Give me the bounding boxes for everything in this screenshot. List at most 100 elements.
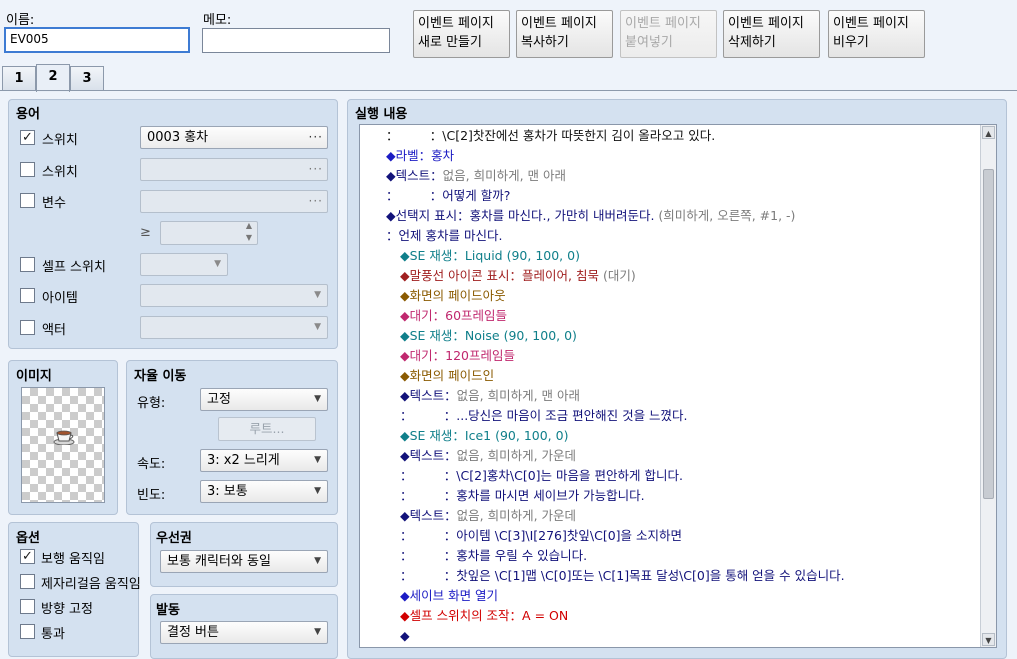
command-line[interactable]: ◆SE 재생：Noise (90, 100, 0) <box>400 326 577 346</box>
command-text: ： ：어떻게 할까? <box>386 188 511 203</box>
clear-page-button[interactable]: 이벤트 페이지 비우기 <box>828 10 925 58</box>
new-page-button[interactable]: 이벤트 페이지 새로 만들기 <box>413 10 510 58</box>
chevron-down-icon: ▼ <box>314 486 321 496</box>
through-label: 통과 <box>41 627 65 642</box>
command-line[interactable]: ： ：찻잎은 \C[1]맵 \C[0]또는 \C[1]목표 달성\C[0]을 통… <box>400 566 845 586</box>
stepping-anim-checkbox[interactable] <box>20 574 35 589</box>
command-scrollbar[interactable]: ▲ ▼ <box>980 125 996 647</box>
command-line[interactable]: ◆대기：120프레임들 <box>400 346 515 366</box>
item-checkbox[interactable] <box>20 288 35 303</box>
direction-fix-checkbox[interactable] <box>20 599 35 614</box>
command-line[interactable]: ◆텍스트：없음, 희미하게, 맨 아래 <box>386 166 566 186</box>
command-line[interactable]: ◆텍스트：없음, 희미하게, 가운데 <box>400 506 576 526</box>
command-line[interactable]: ◆텍스트：없음, 희미하게, 가운데 <box>400 446 576 466</box>
command-line[interactable]: ： ：\C[2]홍차\C[0]는 마음을 편안하게 합니다. <box>400 466 683 486</box>
self-switch-dropdown[interactable]: ▼ <box>140 253 228 276</box>
autonomous-title: 자율 이동 <box>134 369 187 384</box>
command-text: ： ：홍차를 우릴 수 있습니다. <box>400 548 588 563</box>
type-label: 유형: <box>137 396 166 411</box>
actor-label: 액터 <box>42 323 66 338</box>
scroll-up-icon[interactable]: ▲ <box>982 126 995 139</box>
command-line[interactable]: ◆셀프 스위치의 조작：A = ON <box>400 606 568 626</box>
freq-dropdown[interactable]: 3: 보통 ▼ <box>200 480 328 503</box>
self-switch-checkbox[interactable] <box>20 257 35 272</box>
command-line[interactable]: ： ：어떻게 할까? <box>386 186 510 206</box>
chevron-down-icon: ▼ <box>314 455 321 465</box>
command-line[interactable]: ◆화면의 페이드아웃 <box>400 286 506 306</box>
tab-page-2[interactable]: 2 <box>36 64 70 92</box>
command-line[interactable]: ： ：홍차를 우릴 수 있습니다. <box>400 546 587 566</box>
actor-dropdown[interactable]: ▼ <box>140 316 328 339</box>
command-text: ： ：아이템 \C[3]\I[276]찻잎\C[0]을 소지하면 <box>400 528 682 543</box>
switch2-label: 스위치 <box>42 165 78 180</box>
walking-anim-checkbox[interactable]: ✓ <box>20 549 35 564</box>
command-line[interactable]: ：언제 홍차를 마신다. <box>386 226 502 246</box>
switch1-checkbox[interactable]: ✓ <box>20 130 35 145</box>
command-line[interactable]: ◆ <box>400 626 410 646</box>
chevron-down-icon: ▼ <box>214 259 221 269</box>
command-line[interactable]: ： ：\C[2]찻잔에선 홍차가 따뜻한지 김이 올라오고 있다. <box>386 126 715 146</box>
command-line[interactable]: ◆SE 재생：Ice1 (90, 100, 0) <box>400 426 568 446</box>
variable-field[interactable]: ··· <box>140 190 328 213</box>
tab-page-1[interactable]: 1 <box>2 66 36 91</box>
memo-label: 메모: <box>203 13 232 28</box>
chevron-down-icon: ▼ <box>314 394 321 404</box>
switch2-checkbox[interactable] <box>20 162 35 177</box>
delete-page-button[interactable]: 이벤트 페이지 삭제하기 <box>723 10 820 58</box>
scroll-down-icon[interactable]: ▼ <box>982 633 995 646</box>
command-line[interactable]: ◆라벨：홍차 <box>386 146 454 166</box>
trigger-dropdown[interactable]: 결정 버튼 ▼ <box>160 621 328 644</box>
route-button[interactable]: 루트... <box>218 417 316 441</box>
chevron-down-icon: ▼ <box>314 627 321 637</box>
command-line[interactable]: ◆말풍선 아이콘 표시：플레이어, 침묵 (대기) <box>400 266 636 286</box>
teacup-icon <box>53 429 75 446</box>
spinner-down-icon[interactable]: ▼ <box>246 233 252 243</box>
command-line[interactable]: ◆텍스트：없음, 희미하게, 맨 아래 <box>400 386 580 406</box>
scroll-thumb[interactable] <box>983 169 994 499</box>
walking-anim-label: 보행 움직임 <box>41 552 105 567</box>
command-text: 없음, 희미하게, 맨 아래 <box>456 388 580 403</box>
through-checkbox[interactable] <box>20 624 35 639</box>
image-title: 이미지 <box>16 369 52 384</box>
command-line[interactable]: ◆세이브 화면 열기 <box>400 586 498 606</box>
conditions-title: 용어 <box>16 107 40 122</box>
copy-page-button[interactable]: 이벤트 페이지 복사하기 <box>516 10 613 58</box>
type-dropdown[interactable]: 고정 ▼ <box>200 388 328 411</box>
actor-checkbox[interactable] <box>20 320 35 335</box>
command-line[interactable]: ◆대기：60프레임들 <box>400 306 507 326</box>
command-text: ◆선택지 표시：홍차를 마신다., 가만히 내버려둔다. <box>386 208 659 223</box>
name-label: 이름: <box>6 13 35 28</box>
command-line[interactable]: ： ：아이템 \C[3]\I[276]찻잎\C[0]을 소지하면 <box>400 526 682 546</box>
command-text: ◆라벨：홍차 <box>386 148 455 163</box>
command-text: ： ：홍차를 마시면 세이브가 가능합니다. <box>400 488 645 503</box>
switch1-value: 0003 홍차 <box>147 130 209 145</box>
memo-input[interactable] <box>202 28 390 53</box>
spinner-up-icon[interactable]: ▲ <box>246 221 252 231</box>
checkmark-icon: ✓ <box>22 549 33 564</box>
command-line[interactable]: ： ：홍차를 마시면 세이브가 가능합니다. <box>400 486 645 506</box>
command-line[interactable]: ◆화면의 페이드인 <box>400 366 494 386</box>
switch1-label: 스위치 <box>42 133 78 148</box>
command-line[interactable]: ◆SE 재생：Liquid (90, 100, 0) <box>400 246 580 266</box>
variable-value-spinner[interactable]: ▲ ▼ <box>160 221 258 245</box>
tab-page-3[interactable]: 3 <box>70 66 104 91</box>
variable-checkbox[interactable] <box>20 193 35 208</box>
speed-dropdown[interactable]: 3: x2 느리게 ▼ <box>200 449 328 472</box>
command-line[interactable]: ◆선택지 표시：홍차를 마신다., 가만히 내버려둔다. (희미하게, 오른쪽,… <box>386 206 795 226</box>
options-title: 옵션 <box>16 531 40 546</box>
item-dropdown[interactable]: ▼ <box>140 284 328 307</box>
priority-title: 우선권 <box>156 531 192 546</box>
name-input[interactable]: EV005 <box>4 27 190 53</box>
priority-dropdown[interactable]: 보통 캐릭터와 동일 ▼ <box>160 550 328 573</box>
switch2-field[interactable]: ··· <box>140 158 328 181</box>
item-label: 아이템 <box>42 291 78 306</box>
compare-symbol: ≥ <box>140 225 151 240</box>
command-list[interactable]: ： ：\C[2]찻잔에선 홍차가 따뜻한지 김이 올라오고 있다. ◆라벨：홍차 ◆… <box>359 124 997 648</box>
switch1-field[interactable]: 0003 홍차 ··· <box>140 126 328 149</box>
command-line[interactable]: ： ：...당신은 마음이 조금 편안해진 것을 느꼈다. <box>400 406 688 426</box>
paste-page-button[interactable]: 이벤트 페이지 붙여넣기 <box>620 10 717 58</box>
command-text: (대기) <box>602 268 636 283</box>
chevron-down-icon: ▼ <box>314 556 321 566</box>
command-text: ◆말풍선 아이콘 표시：플레이어, 침묵 <box>400 268 603 283</box>
character-image[interactable] <box>21 387 105 503</box>
